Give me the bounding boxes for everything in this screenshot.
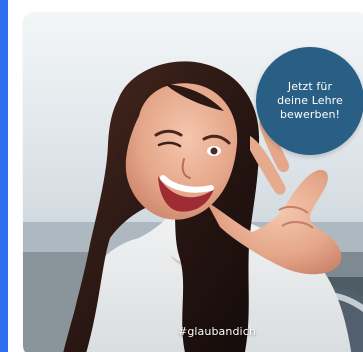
apply-now-label: Jetzt für deine Lehre bewerben! [277, 80, 343, 121]
apply-now-badge[interactable]: Jetzt für deine Lehre bewerben! [256, 47, 363, 155]
page: Jetzt für deine Lehre bewerben! #glauban… [0, 0, 363, 352]
campaign-hashtag: #glaubandich [178, 325, 256, 338]
left-accent-bar [0, 0, 8, 352]
campaign-card[interactable]: Jetzt für deine Lehre bewerben! #glauban… [23, 12, 363, 352]
